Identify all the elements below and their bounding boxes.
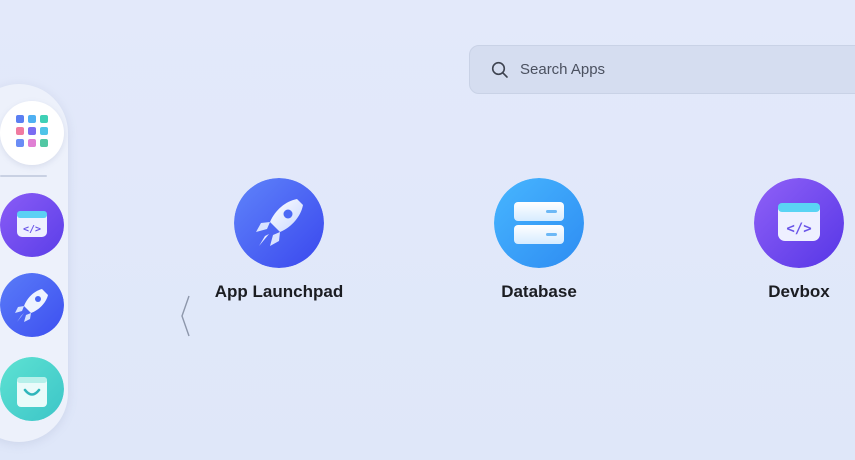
dock-divider [0, 175, 47, 177]
devbox-icon: </> [0, 193, 64, 257]
rocket-icon [0, 273, 64, 337]
app-tile-app-launchpad[interactable]: App Launchpad [189, 178, 369, 302]
svg-text:</>: </> [786, 221, 811, 237]
app-label: Devbox [768, 282, 830, 301]
app-label: App Launchpad [214, 282, 344, 301]
app-tile-devbox[interactable]: </> Devbox [709, 178, 855, 302]
search-icon [490, 60, 510, 80]
desktop: </> [0, 0, 855, 460]
search-bar[interactable] [469, 45, 855, 94]
app-tile-database[interactable]: Database [449, 178, 629, 302]
app-grid-icon [15, 114, 49, 153]
dock-item-app-grid[interactable] [0, 101, 64, 165]
search-input[interactable] [518, 60, 822, 79]
dock-item-app-store[interactable] [0, 357, 64, 421]
dock-item-devbox[interactable]: </> [0, 193, 64, 257]
dock: </> [0, 84, 68, 442]
devbox-icon: </> [754, 178, 844, 268]
database-icon [494, 178, 584, 268]
rocket-icon [234, 178, 324, 268]
shopping-bag-icon [0, 357, 64, 421]
dock-item-app-launchpad[interactable] [0, 273, 64, 337]
app-label: Database [501, 282, 577, 301]
svg-text:</>: </> [23, 224, 41, 235]
